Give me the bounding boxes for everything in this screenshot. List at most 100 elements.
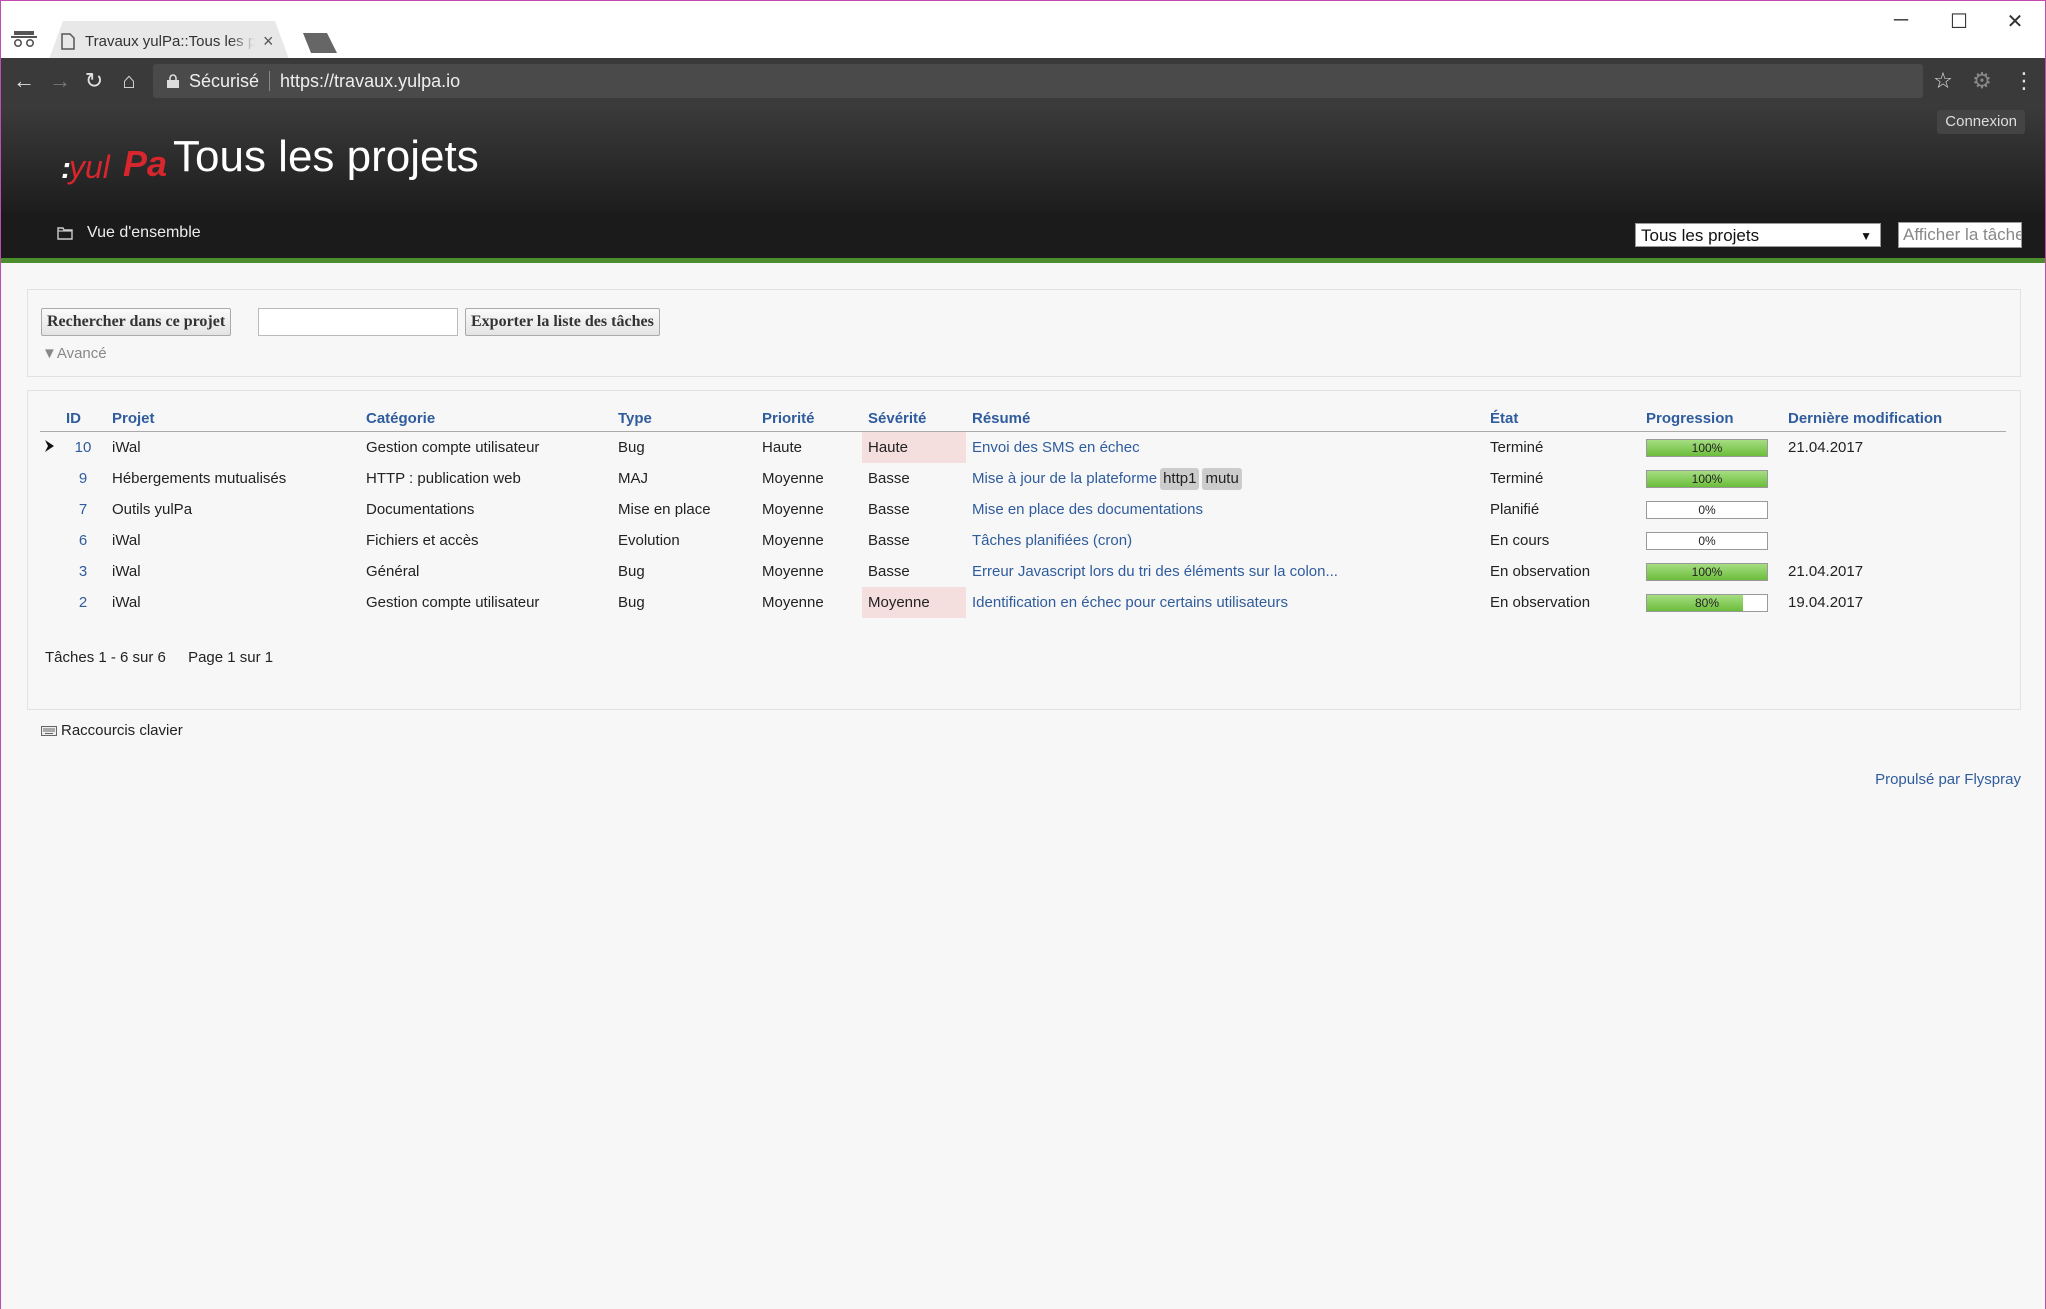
lock-icon <box>167 74 179 88</box>
task-tag[interactable]: mutu <box>1202 467 1242 490</box>
table-row[interactable]: 10 iWal Gestion compte utilisateur Bug Haute… <box>40 431 2006 464</box>
site-header: : yul Pa Tous les projets Connexion <box>1 104 2045 212</box>
row-pointer <box>40 494 60 525</box>
new-tab-button[interactable] <box>303 33 337 53</box>
minimize-icon[interactable]: ─ <box>1881 9 1921 32</box>
bookmark-star-icon[interactable]: ☆ <box>1930 68 1956 94</box>
task-progress: 80% <box>1640 587 1782 618</box>
header-project[interactable]: Projet <box>106 405 360 432</box>
task-modified <box>1782 525 2006 556</box>
task-id-link[interactable]: 3 <box>60 556 106 587</box>
maximize-icon[interactable]: ☐ <box>1939 9 1979 34</box>
menu-kebab-icon[interactable]: ⋮ <box>2011 68 2037 94</box>
progress-text: 100% <box>1691 471 1723 486</box>
task-id-link[interactable]: 6 <box>60 525 106 556</box>
task-progress: 0% <box>1640 525 1782 556</box>
svg-text:yul: yul <box>67 149 111 185</box>
close-window-icon[interactable]: ✕ <box>1995 9 2035 34</box>
task-modified <box>1782 494 2006 525</box>
table-row[interactable]: 2 iWal Gestion compte utilisateur Bug Moyenn… <box>40 587 2006 618</box>
header-state[interactable]: État <box>1484 405 1640 432</box>
task-id-link[interactable]: 2 <box>60 587 106 618</box>
progress-bar: 100% <box>1646 469 1768 488</box>
header-modified[interactable]: Dernière modification <box>1782 405 2006 432</box>
table-row[interactable]: 7 Outils yulPa Documentations Mise en place… <box>40 494 2006 525</box>
page-indicator: Page 1 sur 1 <box>188 649 274 666</box>
secure-label: Sécurisé <box>189 70 260 91</box>
task-priority: Moyenne <box>762 594 824 611</box>
task-type: Bug <box>618 594 645 611</box>
table-row[interactable]: 6 iWal Fichiers et accès Evolution Moyenne Ba… <box>40 525 2006 556</box>
task-progress: 100% <box>1640 556 1782 587</box>
search-project-button[interactable]: Rechercher dans ce projet <box>41 308 232 336</box>
task-state: En observation <box>1490 594 1591 611</box>
row-pointer <box>40 525 60 556</box>
url-text[interactable]: https://travaux.yulpa.io <box>280 71 460 92</box>
reload-icon[interactable]: ↻ <box>81 68 107 94</box>
nav-overview[interactable]: Vue d'ensemble <box>57 224 201 242</box>
task-summary-link[interactable]: Mise en place des documentations <box>972 501 1203 518</box>
task-table: ID Projet Catégorie Type Priorité Sévéri… <box>40 405 2006 618</box>
table-row[interactable]: 3 iWal Général Bug Moyenne Basse Erreur Javasc… <box>40 556 2006 587</box>
search-input[interactable] <box>258 308 458 336</box>
task-tag[interactable]: http1 <box>1160 467 1200 490</box>
task-id-link[interactable]: 9 <box>60 463 106 494</box>
row-pointer-icon <box>45 440 54 452</box>
export-tasks-button[interactable]: Exporter la liste des tâches <box>465 308 660 336</box>
task-type: Bug <box>618 563 645 580</box>
task-state: Terminé <box>1490 439 1544 456</box>
task-category: HTTP : publication web <box>366 470 521 487</box>
task-summary-link[interactable]: Mise à jour de la plateforme <box>972 470 1157 487</box>
keyboard-shortcuts-label: Raccourcis clavier <box>61 722 183 739</box>
task-severity: Basse <box>868 501 910 518</box>
browser-tab-content[interactable]: Travaux yulPa::Tous les projets × <box>61 23 281 59</box>
task-id-link[interactable]: 10 <box>60 432 106 464</box>
task-id-link[interactable]: 7 <box>60 494 106 525</box>
extension-gear-icon[interactable]: ⚙ <box>1969 68 1995 94</box>
powered-by-link[interactable]: Propulsé par Flyspray <box>1875 771 2021 788</box>
progress-bar: 0% <box>1646 531 1768 550</box>
task-project: iWal <box>112 439 141 456</box>
keyboard-icon <box>41 725 57 736</box>
task-summary: Mise en place des documentations <box>966 494 1484 525</box>
task-type: MAJ <box>618 470 648 487</box>
task-summary-link[interactable]: Tâches planifiées (cron) <box>972 532 1132 549</box>
tab-close-icon[interactable]: × <box>263 31 274 52</box>
header-priority[interactable]: Priorité <box>756 405 862 432</box>
table-header-row: ID Projet Catégorie Type Priorité Sévéri… <box>40 405 2006 432</box>
header-summary[interactable]: Résumé <box>966 405 1484 432</box>
back-icon[interactable]: ← <box>11 68 37 94</box>
table-row[interactable]: 9 Hébergements mutualisés HTTP : publicati… <box>40 463 2006 494</box>
progress-text: 80% <box>1694 595 1720 610</box>
task-type: Bug <box>618 439 645 456</box>
task-priority: Haute <box>762 439 803 456</box>
header-severity[interactable]: Sévérité <box>862 405 966 432</box>
address-bar[interactable]: Sécurisé https://travaux.yulpa.io <box>153 64 1923 98</box>
task-summary-link[interactable]: Erreur Javascript lors du tri des élémen… <box>972 563 1338 580</box>
task-severity: Basse <box>868 532 910 549</box>
home-icon[interactable]: ⌂ <box>116 68 142 94</box>
login-button[interactable]: Connexion <box>1937 110 2025 134</box>
task-priority: Moyenne <box>762 532 824 549</box>
task-summary-link[interactable]: Identification en échec pour certains ut… <box>972 594 1288 611</box>
task-severity: Moyenne <box>862 587 966 618</box>
project-select[interactable]: Tous les projets ▼ <box>1635 223 1881 247</box>
task-summary: Identification en échec pour certains ut… <box>966 587 1484 618</box>
forward-icon[interactable]: → <box>47 68 73 94</box>
task-count: Tâches 1 - 6 sur 6 <box>45 649 166 666</box>
nav-overview-label: Vue d'ensemble <box>87 224 201 241</box>
search-panel: Rechercher dans ce projet Exporter la li… <box>27 289 2021 377</box>
page-icon <box>61 32 75 50</box>
header-type[interactable]: Type <box>612 405 756 432</box>
header-progress[interactable]: Progression <box>1640 405 1782 432</box>
task-summary-link[interactable]: Envoi des SMS en échec <box>972 439 1140 456</box>
task-progress: 100% <box>1640 463 1782 494</box>
progress-bar: 100% <box>1646 438 1768 457</box>
show-task-input[interactable]: Afficher la tâche <box>1898 222 2022 248</box>
header-category[interactable]: Catégorie <box>360 405 612 432</box>
header-id[interactable]: ID <box>60 405 106 432</box>
advanced-toggle[interactable]: ▼Avancé <box>42 345 107 362</box>
task-progress: 0% <box>1640 494 1782 525</box>
keyboard-shortcuts-link[interactable]: Raccourcis clavier <box>41 722 183 739</box>
task-modified: 21.04.2017 <box>1788 439 1864 456</box>
